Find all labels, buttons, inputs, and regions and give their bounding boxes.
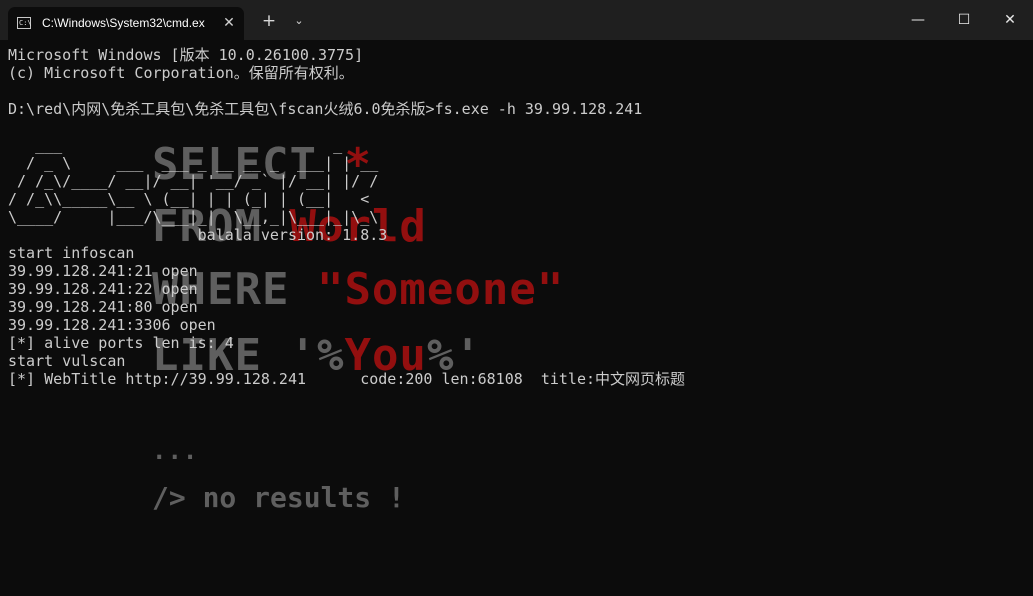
terminal-line: start vulscan xyxy=(8,352,126,370)
maximize-button[interactable]: ☐ xyxy=(941,0,987,40)
new-tab-button[interactable]: + xyxy=(258,10,280,32)
tab-cmd[interactable]: C:\ C:\Windows\System32\cmd.ex ✕ xyxy=(8,7,244,40)
ascii-art-line: ___ _ xyxy=(8,136,343,154)
terminal-window: C:\ C:\Windows\System32\cmd.ex ✕ + ⌄ — ☐… xyxy=(0,0,1033,596)
title-bar: C:\ C:\Windows\System32\cmd.ex ✕ + ⌄ — ☐… xyxy=(0,0,1033,40)
terminal-line: [*] alive ports len is: 4 xyxy=(8,334,234,352)
tab-title: C:\Windows\System32\cmd.ex xyxy=(42,16,205,30)
cmd-icon: C:\ xyxy=(17,17,32,29)
ascii-art-line: / /_\/____/ __|/ __| '__/ _` |/ __| |/ / xyxy=(8,172,379,190)
tab-close-icon[interactable]: ✕ xyxy=(220,14,238,32)
port-result-line: 39.99.128.241:80 open xyxy=(8,298,198,316)
close-button[interactable]: ✕ xyxy=(987,0,1033,40)
webtitle-line: [*] WebTitle http://39.99.128.241 code:2… xyxy=(8,370,686,388)
ascii-art-line: / /_\\_____\__ \ (__| | | (_| | (__| < xyxy=(8,190,370,208)
terminal-line: Microsoft Windows [版本 10.0.26100.3775] xyxy=(8,46,364,64)
port-result-line: 39.99.128.241:22 open xyxy=(8,280,198,298)
overlay-dots: ... xyxy=(152,437,199,465)
terminal-output[interactable]: SELECT * FROM World WHERE "Someone" LIKE… xyxy=(0,40,1033,596)
terminal-line: D:\red\内网\免杀工具包\免杀工具包\fscan火绒6.0免杀版>fs.e… xyxy=(8,100,643,118)
terminal-lines: Microsoft Windows [版本 10.0.26100.3775] (… xyxy=(8,46,685,388)
terminal-line: (c) Microsoft Corporation。保留所有权利。 xyxy=(8,64,354,82)
tab-dropdown-icon[interactable]: ⌄ xyxy=(289,10,309,32)
port-result-line: 39.99.128.241:21 open xyxy=(8,262,198,280)
minimize-button[interactable]: — xyxy=(895,0,941,40)
ascii-art-line: / _ \ ___ ___ _ __ __ _ ___| | __ xyxy=(8,154,379,172)
terminal-line: start infoscan xyxy=(8,244,135,262)
version-line: balala version: 1.8.3 xyxy=(8,226,388,244)
ascii-art-line: \____/ |___/\___|_| \__,_|\___|_|\_\ xyxy=(8,208,379,226)
overlay-no-results: /> no results ! xyxy=(152,481,405,514)
port-result-line: 39.99.128.241:3306 open xyxy=(8,316,216,334)
